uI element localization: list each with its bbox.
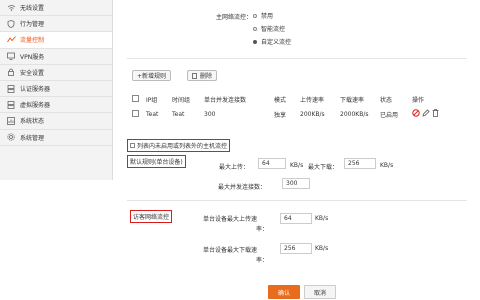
delete-icon [192,72,197,79]
rules-table: IP组 时间组 单台并发连接数 模式 上传速率 下载速率 状态 操作 Teat … [132,92,450,122]
shield-icon [6,19,16,28]
traffic-icon [6,36,16,44]
col-mode: 模式 [274,96,287,104]
cell-status: 已启用 [380,111,399,119]
guest-download-unit: KB/s [315,245,329,252]
table-row: Teat Teat 300 独享 200KB/s 2000KB/s 已启用 [132,106,450,122]
delete-label: 删除 [200,73,213,80]
max-download-label: 最大下载： [308,164,339,171]
col-upload: 上传速率 [300,96,325,104]
lock-icon [6,68,16,77]
whitelist-label: 列表内未启用或列表外的主机流控 [137,143,228,150]
radio-label: 禁用 [261,13,274,20]
table-header-row: IP组 时间组 单台并发连接数 模式 上传速率 下载速率 状态 操作 [132,92,450,106]
max-conn-label: 最大并发连接数： [218,184,267,191]
guest-upload-label: 单台设备最大上传速 [203,216,258,223]
radio-smart[interactable]: 智能流控 [253,24,285,33]
whitelist-option[interactable]: 列表内未启用或列表外的主机流控 [127,139,231,152]
col-ip-group: IP组 [146,96,158,104]
disable-icon[interactable] [412,109,420,119]
sidebar-item-label: 行为管理 [20,21,45,29]
sidebar-item-virtual-server[interactable]: 虚拟服务器 [0,97,112,114]
cell-actions [412,106,450,122]
sidebar-item-system-status[interactable]: 系统状态 [0,113,112,130]
divider [127,200,467,201]
radio-label: 智能流控 [261,26,286,33]
vpn-icon [6,52,16,61]
sidebar-item-label: VPN服务 [20,53,45,61]
divider [127,58,467,59]
radio-disable[interactable]: 禁用 [253,11,273,20]
radio-dot [253,26,257,31]
guest-upload-input[interactable]: 64 [280,213,312,224]
sidebar-item-wireless[interactable]: 无线设置 [0,0,112,17]
cell-time-group: Teat [172,110,185,118]
cell-ip-group: Teat [146,110,159,118]
radio-custom[interactable]: 自定义流控 [253,37,291,46]
sidebar-item-label: 流量控制 [20,37,45,45]
guest-rule-title: 访客网络流控 [130,210,173,223]
sidebar-item-auth-server[interactable]: 认证服务器 [0,81,112,98]
cancel-button[interactable]: 取消 [304,285,336,299]
sidebar-item-vpn[interactable]: VPN服务 [0,49,112,65]
whitelist-checkbox[interactable] [130,143,135,148]
sidebar-item-label: 安全设置 [20,69,45,77]
add-rule-button[interactable]: +新增规则 [132,70,172,81]
col-status: 状态 [380,96,393,104]
cell-mode: 独享 [274,111,287,119]
radio-dot [253,13,257,18]
row-checkbox[interactable] [132,109,139,117]
col-connections: 单台并发连接数 [204,96,247,104]
max-conn-input[interactable]: 300 [282,178,310,189]
sidebar-item-label: 认证服务器 [20,86,51,94]
sidebar-item-traffic[interactable]: 流量控制 [0,32,112,49]
sidebar-item-security[interactable]: 安全设置 [0,65,112,81]
sidebar-item-label: 系统管理 [20,134,45,142]
cell-download: 2000KB/s [340,110,369,118]
sidebar-item-label: 系统状态 [20,118,45,126]
sidebar-item-behavior[interactable]: 行为管理 [0,16,112,33]
cell-connections: 300 [204,110,216,118]
col-time-group: 时间组 [172,96,191,104]
main-content: 主网络流控： 禁用 智能流控 自定义流控 +新增规则 删除 IP组 时间组 单台… [112,0,480,300]
default-rule-title: 默认规则(单台设备) [127,155,186,168]
trash-icon[interactable] [432,109,439,119]
col-download: 下载速率 [340,96,365,104]
sidebar-item-label: 虚拟服务器 [20,102,51,110]
guest-download-label: 单台设备最大下载速 [203,247,258,254]
guest-download-label-suffix: 率： [256,257,269,264]
radio-label: 自定义流控 [261,39,292,46]
status-icon [6,117,16,125]
flow-control-label: 主网络流控： [216,14,253,21]
max-upload-unit: KB/s [290,162,304,169]
delete-button[interactable]: 删除 [187,70,218,81]
confirm-button[interactable]: 确认 [268,285,300,299]
max-upload-input[interactable]: 64 [258,158,286,169]
cell-upload: 200KB/s [300,110,325,118]
sidebar: 无线设置 行为管理 流量控制 VPN服务 安全设置 认证服务器 虚拟服务器 系统… [0,0,113,180]
sidebar-item-system-manage[interactable]: 系统管理 [0,130,112,146]
wifi-icon [6,4,16,12]
max-download-unit: KB/s [380,162,394,169]
select-all-checkbox[interactable] [132,94,139,102]
col-actions: 操作 [412,96,425,104]
guest-upload-label-suffix: 率： [256,226,269,233]
max-upload-label: 最大上传： [219,164,250,171]
edit-icon[interactable] [422,109,430,119]
guest-download-input[interactable]: 256 [280,243,312,254]
server-icon [6,100,16,109]
radio-dot-selected [253,39,257,44]
sidebar-item-label: 无线设置 [20,5,45,13]
settings-icon [6,133,16,141]
server-icon [6,84,16,93]
max-download-input[interactable]: 256 [344,158,376,169]
guest-upload-unit: KB/s [315,215,329,222]
